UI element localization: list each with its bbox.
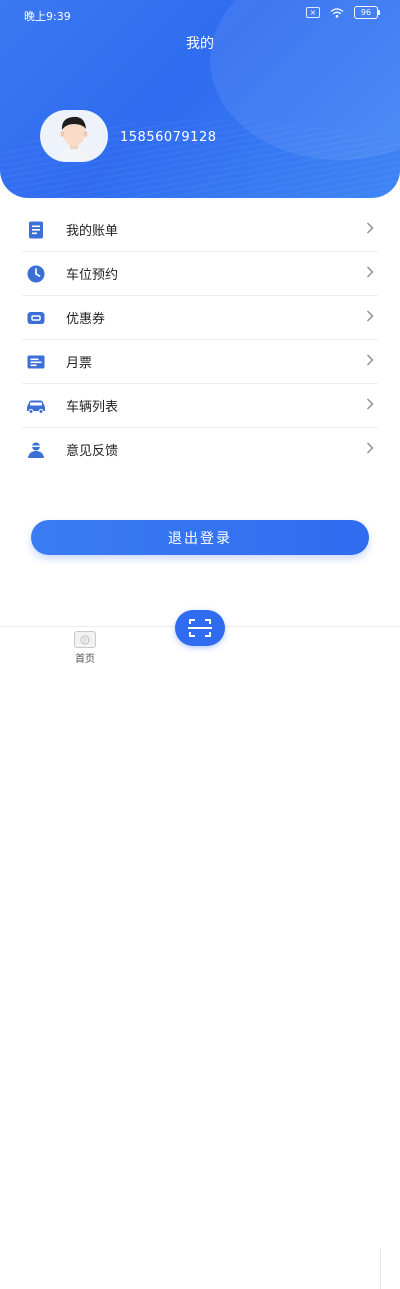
tab-home-label: 首页 xyxy=(75,654,95,665)
menu-label: 意见反馈 xyxy=(66,444,119,459)
status-time: 晚上9:39 xyxy=(24,10,71,23)
menu-list: 我的账单 车位预约 优惠券 月票 车辆列表 意见反馈 xyxy=(22,208,378,471)
scan-button[interactable] xyxy=(175,610,225,646)
wifi-icon xyxy=(330,7,344,18)
bill-icon xyxy=(24,218,48,242)
chevron-right-icon xyxy=(367,354,374,366)
chevron-right-icon xyxy=(367,398,374,410)
menu-label: 车辆列表 xyxy=(66,400,119,415)
menu-item-vehicle-list[interactable]: 车辆列表 xyxy=(22,384,378,428)
menu-item-parking-reservation[interactable]: 车位预约 xyxy=(22,252,378,296)
menu-item-bill[interactable]: 我的账单 xyxy=(22,208,378,252)
menu-label: 优惠券 xyxy=(66,312,106,327)
chevron-right-icon xyxy=(367,222,374,234)
svg-text:P: P xyxy=(83,637,87,644)
battery-icon: 96 xyxy=(354,6,380,19)
feedback-icon xyxy=(24,438,48,462)
tab-home[interactable]: P 首页 xyxy=(60,631,110,665)
menu-item-feedback[interactable]: 意见反馈 xyxy=(22,428,378,471)
monthly-ticket-icon xyxy=(24,350,48,374)
clock-icon xyxy=(24,262,48,286)
status-bar: 晚上9:39 × 96 xyxy=(0,0,400,28)
divider xyxy=(380,1249,381,1289)
menu-label: 车位预约 xyxy=(66,268,119,283)
menu-item-coupon[interactable]: 优惠券 xyxy=(22,296,378,340)
page-title: 我的 xyxy=(186,36,214,52)
parking-icon: P xyxy=(74,631,96,648)
menu-item-monthly-ticket[interactable]: 月票 xyxy=(22,340,378,384)
logout-button[interactable]: 退出登录 xyxy=(31,520,369,555)
user-face-icon xyxy=(58,116,90,160)
chevron-right-icon xyxy=(367,310,374,322)
coupon-icon xyxy=(24,306,48,330)
profile-header: 晚上9:39 × 96 我的 15856079128 xyxy=(0,0,400,198)
menu-label: 月票 xyxy=(66,356,93,371)
user-phone: 15856079128 xyxy=(120,130,217,145)
chevron-right-icon xyxy=(367,442,374,454)
no-sim-icon: × xyxy=(306,7,320,18)
car-icon xyxy=(24,394,48,418)
menu-label: 我的账单 xyxy=(66,224,119,239)
scan-icon xyxy=(188,619,212,637)
avatar[interactable] xyxy=(40,110,108,162)
chevron-right-icon xyxy=(367,266,374,278)
